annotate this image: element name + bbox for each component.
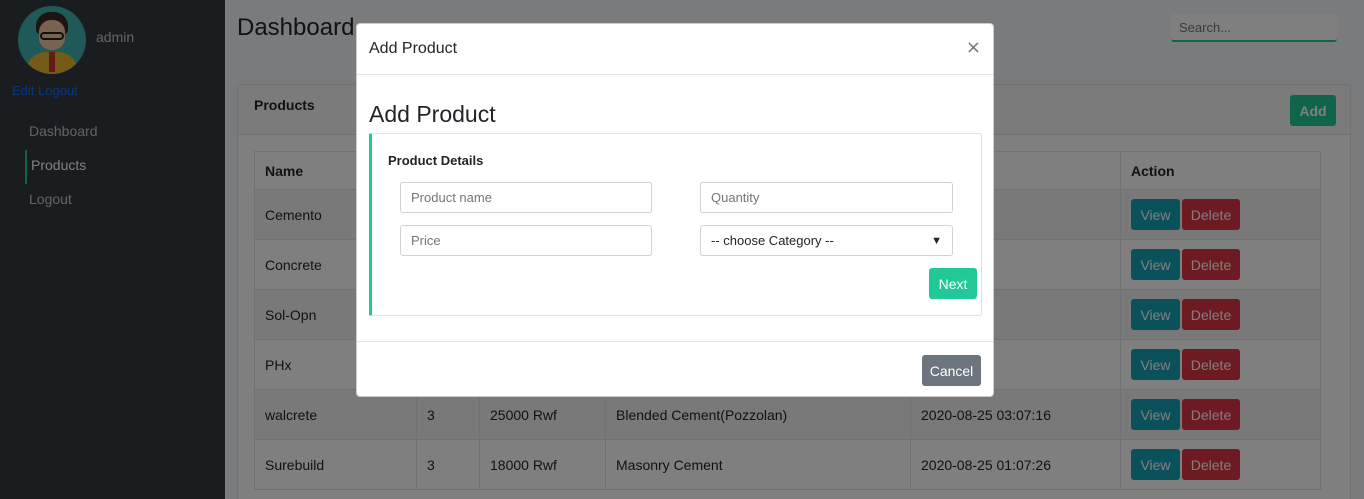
category-select-value: -- choose Category -- [711, 233, 834, 248]
modal-header: Add Product × [357, 24, 993, 75]
modal-footer: Cancel [357, 341, 993, 397]
product-name-input[interactable] [400, 182, 652, 213]
product-details-title: Product Details [388, 153, 484, 168]
modal-title: Add Product [369, 40, 458, 57]
category-select[interactable]: -- choose Category -- ▼ [700, 225, 953, 256]
modal-body: Add Product Product Details -- choose Ca… [357, 75, 993, 341]
next-button[interactable]: Next [929, 268, 977, 299]
product-details-panel: Product Details -- choose Category -- ▼ … [369, 133, 982, 316]
quantity-input[interactable] [700, 182, 953, 213]
modal-body-title: Add Product [369, 101, 496, 127]
price-input[interactable] [400, 225, 652, 256]
add-product-modal: Add Product × Add Product Product Detail… [356, 23, 994, 397]
close-icon[interactable]: × [966, 37, 981, 58]
chevron-down-icon: ▼ [931, 234, 942, 247]
cancel-button[interactable]: Cancel [922, 355, 981, 386]
